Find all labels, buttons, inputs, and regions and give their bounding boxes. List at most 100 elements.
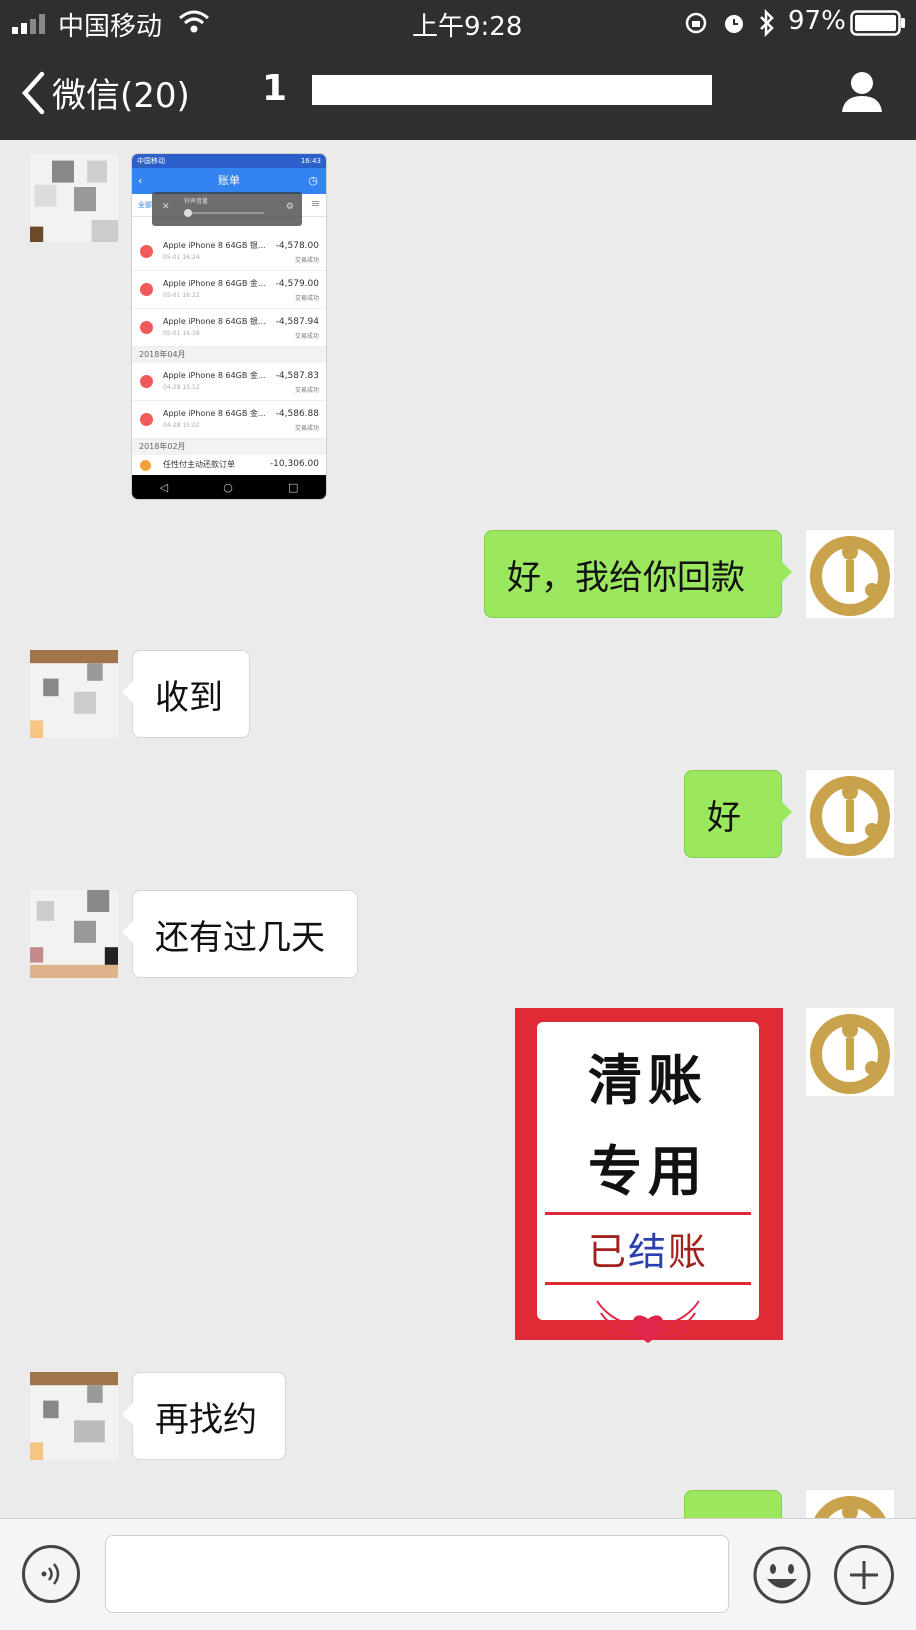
plus-button[interactable] [834, 1545, 894, 1605]
bill-row: Apple iPhone 8 64GB 金... 04-28 15:02 -4,… [132, 401, 326, 439]
sticker-divider [545, 1212, 751, 1215]
message-bubble-sent[interactable]: 好 [684, 770, 792, 858]
bill-date: 05-01 16:24 [163, 254, 200, 261]
shared-screenshot[interactable]: 中国移动 16:43 ‹ 账单 ◷ 全部 ≡ ✕ 铃声音量 ⚙ Apple iPh… [132, 154, 326, 499]
screenshot-header: ‹ 账单 ◷ [132, 168, 326, 194]
chat-header: 微信(20) 1 [0, 46, 916, 140]
sticker-image[interactable]: 清账 专用 已结账 [515, 1008, 783, 1343]
shopping-cart-icon [140, 321, 153, 334]
sticker-divider [545, 1282, 751, 1285]
bill-row: 任性付主动还款订单 -10,306.00 [132, 455, 326, 475]
bill-row: Apple iPhone 8 64GB 银... 05-01 16:18 -4,… [132, 309, 326, 347]
sticker-line-3: 已结账 [537, 1221, 759, 1276]
shopping-cart-icon [140, 375, 153, 388]
bill-name: Apple iPhone 8 64GB 金... [163, 371, 266, 380]
my-avatar[interactable] [806, 1490, 894, 1518]
screenshot-tab-all: 全部 [138, 201, 152, 209]
chat-title: 1 [262, 68, 712, 109]
my-avatar[interactable] [806, 1008, 894, 1096]
sticker-line-2: 专用 [588, 1140, 708, 1203]
message-text: 收到 [155, 677, 223, 718]
winged-heart-icon [596, 1300, 700, 1343]
bill-amount: -4,587.94 [275, 317, 319, 327]
bill-amount: -10,306.00 [269, 459, 319, 469]
status-bar: 中国移动 上午9:28 97% [0, 0, 916, 46]
my-avatar[interactable] [806, 530, 894, 618]
volume-label: 铃声音量 [184, 198, 209, 205]
bill-row: Apple iPhone 8 64GB 金... 05-01 16:22 -4,… [132, 271, 326, 309]
bill-row: Apple iPhone 8 64GB 金... 04-28 15:12 -4,… [132, 363, 326, 401]
bill-amount: -4,586.88 [275, 409, 319, 419]
bluetooth-icon [760, 9, 774, 37]
nav-back-icon: ◁ [159, 480, 169, 494]
voice-button[interactable] [22, 1545, 80, 1603]
bill-status: 交易成功 [294, 333, 319, 340]
signal-icon [12, 14, 45, 34]
volume-overlay: ✕ 铃声音量 ⚙ [152, 192, 302, 226]
nav-recent-icon: □ [288, 480, 299, 494]
sticker-char: 结 [627, 1230, 668, 1274]
android-nav-keys: ◁ ○ □ [132, 475, 326, 499]
bill-name: Apple iPhone 8 64GB 金... [163, 409, 266, 418]
back-chevron-icon [21, 71, 45, 114]
bill-name: Apple iPhone 8 64GB 银... [163, 241, 266, 250]
volume-settings-icon: ⚙ [285, 202, 294, 212]
bill-date: 05-01 16:22 [163, 292, 200, 299]
back-label: 微信(20) [52, 76, 190, 116]
my-avatar[interactable] [806, 770, 894, 858]
screenshot-clock-icon: ◷ [308, 174, 318, 187]
screenshot-title: 账单 [218, 174, 240, 187]
bill-date: 04-28 15:12 [163, 384, 200, 391]
message-list[interactable]: 中国移动 16:43 ‹ 账单 ◷ 全部 ≡ ✕ 铃声音量 ⚙ Apple iPh… [0, 140, 916, 1518]
message-input[interactable] [105, 1535, 729, 1613]
bill-status: 交易成功 [294, 387, 319, 394]
message-bubble-received[interactable]: 再找约 [122, 1372, 286, 1460]
shopping-cart-icon [140, 283, 153, 296]
message-text: 再找约 [155, 1399, 257, 1440]
message-text: 还有过几天 [155, 917, 325, 958]
message-text: 好 [707, 797, 741, 838]
back-button[interactable]: 微信(20) [20, 68, 190, 117]
bill-name: Apple iPhone 8 64GB 金... [163, 279, 266, 288]
contact-avatar[interactable] [30, 890, 118, 978]
contact-avatar[interactable] [30, 154, 118, 242]
message-text: 好，我给你回款 [507, 557, 745, 598]
screenshot-menu-icon: ≡ [310, 197, 320, 210]
bill-status: 交易成功 [294, 295, 319, 302]
sticker-char: 已 [587, 1230, 628, 1274]
message-bubble-received[interactable]: 还有过几天 [122, 890, 358, 978]
chat-title-text: 1 [262, 68, 290, 109]
contact-avatar[interactable] [30, 650, 118, 738]
carrier-label: 中国移动 [58, 12, 163, 42]
contact-avatar[interactable] [30, 1372, 118, 1460]
bill-name: Apple iPhone 8 64GB 银... [163, 317, 266, 326]
sticker-card: 清账 专用 已结账 [537, 1022, 759, 1343]
wifi-icon [179, 10, 209, 33]
screenshot-back-icon: ‹ [138, 174, 143, 187]
shopping-cart-icon [140, 413, 153, 426]
volume-slider [184, 212, 264, 214]
bill-date: 04-28 15:02 [163, 422, 200, 429]
bill-row: Apple iPhone 8 64GB 银... 05-01 16:24 -4,… [132, 233, 326, 271]
message-bubble-received[interactable]: 收到 [122, 650, 250, 738]
clock-time: 上午9:28 [412, 12, 523, 42]
message-bubble-sent[interactable]: 好，我给你回款 [484, 530, 792, 618]
voice-icon [41, 1563, 60, 1585]
bill-amount: -4,587.83 [275, 371, 319, 381]
emoji-icon[interactable] [752, 1545, 812, 1605]
message-bubble-sent[interactable] [684, 1490, 782, 1518]
bill-status: 交易成功 [294, 425, 319, 432]
screenshot-status-bar: 中国移动 16:43 [132, 154, 326, 168]
alarm-icon [725, 15, 743, 33]
screenshot-time: 16:43 [300, 157, 321, 165]
nav-home-icon: ○ [223, 480, 233, 494]
repay-icon [140, 460, 151, 471]
sticker-line-1: 清账 [588, 1049, 708, 1112]
input-toolbar [0, 1518, 916, 1630]
bill-month-header: 2018年02月 [132, 439, 326, 455]
contact-icon[interactable] [840, 70, 884, 114]
sticker-char: 账 [668, 1230, 709, 1274]
mute-icon: ✕ [162, 202, 170, 212]
bill-amount: -4,578.00 [275, 241, 319, 251]
shopping-cart-icon [140, 245, 153, 258]
